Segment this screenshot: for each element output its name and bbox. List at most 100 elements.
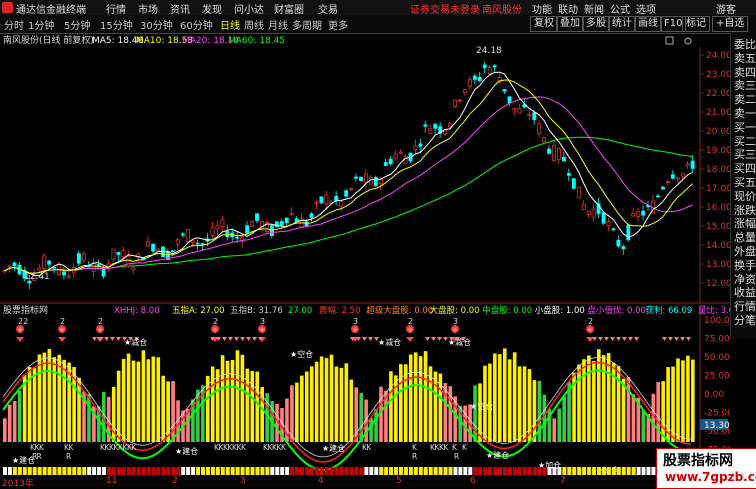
heart-marker-icon	[598, 337, 603, 341]
login-notice[interactable]: 证券交易未登录	[410, 1, 480, 16]
candle-body	[463, 89, 467, 94]
menu-shichang[interactable]: 市场	[138, 1, 158, 16]
user-guest[interactable]: 游客	[716, 1, 736, 16]
price-tick-label: 13.00	[706, 260, 730, 270]
indicator-title: 股票指标网	[3, 304, 48, 316]
kline-chart[interactable]: 南风股份(日线 前复权) MA5: 18.46 MA10: 18.53 MA20…	[0, 33, 730, 478]
bottom-strip-cell	[349, 467, 354, 475]
period-week[interactable]: 周线	[244, 17, 264, 32]
menu-caifuquan[interactable]: 财富圈	[274, 1, 304, 16]
bottom-strip-cell	[379, 467, 384, 475]
indicator-bar	[225, 360, 230, 442]
candle-body	[507, 96, 512, 104]
indicator-bar	[621, 378, 626, 442]
candle-body	[180, 233, 185, 236]
menu-xinwen[interactable]: 新闻	[584, 1, 604, 16]
menu-gongneng[interactable]: 功能	[532, 1, 552, 16]
bottom-strip-cell	[186, 467, 191, 475]
menu-jiaoyi[interactable]: 交易	[318, 1, 338, 16]
plus-marker-sign: +	[59, 326, 65, 334]
candle-body	[631, 213, 636, 217]
bottom-strip-cell	[572, 467, 577, 475]
bottom-strip-cell	[121, 467, 126, 475]
period-30min[interactable]: 30分钟	[140, 17, 173, 32]
candle-body	[448, 123, 453, 128]
indicator-value-label: 五指B: 31.76	[230, 305, 283, 316]
btn-fuquan[interactable]: 复权	[530, 16, 558, 32]
candle-body	[91, 263, 96, 272]
bottom-strip-cell	[364, 467, 369, 475]
btn-diejia[interactable]: 叠加	[556, 16, 584, 32]
indicator-bar	[304, 371, 309, 442]
indicator-bar	[592, 361, 596, 442]
bottom-strip-cell	[651, 467, 656, 475]
heart-marker-icon	[616, 337, 621, 341]
bottom-strip-cell	[408, 467, 413, 475]
period-60min[interactable]: 60分钟	[180, 17, 213, 32]
k-marker: K	[281, 443, 287, 452]
period-day[interactable]: 日线	[220, 17, 240, 32]
panel-settings-icon[interactable]	[684, 37, 692, 45]
menu-xuanxiang[interactable]: 选项	[636, 1, 656, 16]
heart-marker-icon	[222, 337, 227, 341]
menu-liandong[interactable]: 联动	[558, 1, 578, 16]
price-tick-label: 24.00	[706, 51, 730, 61]
panel-expand-icon[interactable]	[665, 36, 674, 45]
heart-marker-icon	[104, 337, 109, 341]
indicator-bar	[37, 354, 42, 442]
candle-body	[428, 128, 433, 134]
candle-body	[235, 236, 240, 239]
btn-biaoji[interactable]: 标记	[682, 16, 710, 32]
bottom-strip-cell	[413, 467, 418, 475]
period-fenshi[interactable]: 分时	[4, 17, 24, 32]
quote-item-20[interactable]: 分笔	[734, 312, 756, 328]
indicator-bar	[522, 366, 527, 442]
bottom-strip-cell	[245, 467, 250, 475]
candle-body	[571, 178, 576, 189]
price-y-ticks: 24.00 23.00 22.00 21.00 20.00 19.00 18.00 17.00…	[700, 51, 730, 289]
period-more[interactable]: 更多	[328, 17, 348, 32]
down-triangle-icon	[406, 337, 414, 342]
btn-duogu[interactable]: 多股	[582, 16, 610, 32]
bottom-strip-cell	[606, 467, 611, 475]
period-1min[interactable]: 1分钟	[28, 17, 54, 32]
btn-zixuan[interactable]: +自选	[712, 16, 749, 32]
bottom-strip-cell	[428, 467, 433, 475]
heart-marker-icon	[92, 337, 97, 341]
bottom-strip-cell	[334, 467, 339, 475]
bottom-strip-cell	[146, 467, 151, 475]
bottom-strip-cell	[616, 467, 621, 475]
btn-huaxian[interactable]: 画线	[634, 16, 662, 32]
menu-wenxiaoda[interactable]: 问小达	[234, 1, 264, 16]
bottom-strip-cell	[547, 467, 552, 475]
period-month[interactable]: 月线	[268, 17, 288, 32]
btn-tongji[interactable]: 统计	[608, 16, 636, 32]
bottom-strip-cell	[205, 467, 210, 475]
menu-faxian[interactable]: 发现	[202, 1, 222, 16]
price-tick-label: 19.00	[706, 146, 730, 156]
bottom-strip-cell	[52, 467, 57, 475]
candle-body	[12, 262, 17, 267]
bottom-strip-cell	[290, 467, 295, 475]
menu-zixun[interactable]: 资讯	[170, 1, 190, 16]
period-5min[interactable]: 5分钟	[64, 17, 90, 32]
bottom-strip-cell	[304, 467, 309, 475]
menu-hangqing[interactable]: 行情	[106, 1, 126, 16]
period-multi[interactable]: 多周期	[292, 17, 322, 32]
price-tick-label: 18.00	[706, 165, 730, 175]
bottom-strip-cell	[403, 467, 408, 475]
indicator-bar	[587, 355, 591, 442]
bottom-strip-cell	[394, 467, 399, 475]
heart-marker-icon	[610, 337, 615, 341]
period-15min[interactable]: 15分钟	[100, 17, 133, 32]
indicator-bar	[126, 353, 131, 442]
candle-body	[314, 201, 319, 204]
plus-marker-sign: +	[97, 326, 103, 334]
bottom-strip-cell	[423, 467, 428, 475]
bottom-strip-cell	[641, 467, 646, 475]
panel-controls[interactable]	[665, 36, 692, 45]
menu-gongshi[interactable]: 公式	[610, 1, 630, 16]
ma20-line	[4, 96, 693, 274]
indicator-bar	[42, 352, 47, 442]
r-marker: R	[412, 452, 417, 461]
